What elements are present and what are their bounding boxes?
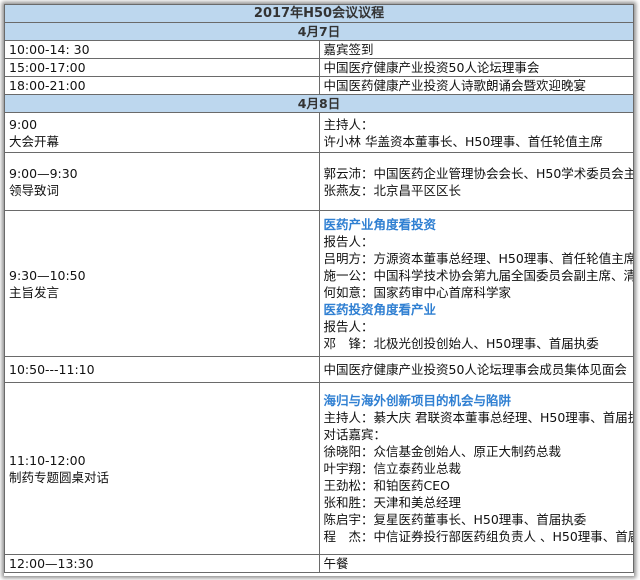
table-row: 10:50---11:10 中国医疗健康产业投资50人论坛理事会成员集体见面会: [4, 356, 634, 383]
content-line: 程 杰：中信证券投行部医药组负责人 、H50理事、首届执委: [323, 529, 634, 544]
content-line: 吕明方：方源资本董事总经理、H50理事、首任轮值主席: [323, 250, 634, 266]
time-cell: 15:00-17:00: [4, 58, 320, 77]
content-line: 何如意：国家药审中心首席科学家: [323, 284, 512, 300]
session-time: 9:00: [9, 116, 38, 132]
table-row: 12:00—13:30 午餐: [4, 554, 634, 573]
content-line: 许小林 华盖资本董事长、H50理事、首任轮值主席: [323, 133, 603, 149]
content-line: 主持人：: [323, 116, 374, 132]
content-cell: 中国医疗健康产业投资50人论坛理事会: [318, 58, 634, 77]
time-cell: 11:10-12:00 制药专题圆桌对话: [4, 382, 320, 555]
content-line: 邓 锋：北极光创投创始人、H50理事、首届执委: [323, 335, 599, 351]
table-row: 10:00-14: 30 嘉宾签到: [4, 40, 634, 59]
session-name: 制药专题圆桌对话: [9, 469, 110, 485]
content-cell: 医药产业角度看投资 报告人： 吕明方：方源资本董事总经理、H50理事、首任轮值主…: [318, 210, 634, 357]
table-row: 9:00—9:30 领导致词 郭云沛：中国医药企业管理协会会长、H50学术委员会…: [4, 152, 634, 211]
table-row: 18:00-21:00 中国医药健康产业投资人诗歌朗诵会暨欢迎晚宴: [4, 76, 634, 95]
content-line: 主持人：綦大庆 君联资本董事总经理、H50理事、首届执委: [323, 410, 634, 425]
time-cell: 10:00-14: 30: [4, 40, 320, 59]
time-cell: 10:50---11:10: [4, 356, 320, 383]
time-cell: 9:30—10:50 主旨发言: [4, 210, 320, 357]
title-row: 2017年H50会议议程: [4, 4, 634, 23]
content-cell: 嘉宾签到: [318, 40, 634, 59]
table-row: 9:30—10:50 主旨发言 医药产业角度看投资 报告人： 吕明方：方源资本董…: [4, 210, 634, 357]
table-row: 15:00-17:00 中国医疗健康产业投资50人论坛理事会: [4, 58, 634, 77]
content-line: 陈启宇：复星医药董事长、H50理事、首届执委: [323, 512, 587, 527]
day-header: 4月7日: [4, 22, 634, 41]
agenda-sheet: 2017年H50会议议程 4月7日 10:00-14: 30 嘉宾签到 15:0…: [4, 4, 634, 576]
session-time: 9:30—10:50: [9, 267, 86, 283]
content-cell: 主持人： 许小林 华盖资本董事长、H50理事、首任轮值主席: [318, 112, 634, 153]
session-name: 大会开幕: [9, 133, 60, 149]
session-time: 11:10-12:00: [9, 452, 86, 468]
content-cell: 郭云沛：中国医药企业管理协会会长、H50学术委员会主席； 张燕友：北京昌平区区长: [318, 152, 634, 211]
content-line: 王劲松：和铂医药CEO: [323, 478, 450, 493]
agenda-table: 2017年H50会议议程 4月7日 10:00-14: 30 嘉宾签到 15:0…: [4, 4, 634, 573]
topic-heading: 医药投资角度看产业: [323, 301, 437, 317]
time-cell: 9:00 大会开幕: [4, 112, 320, 153]
content-line: 张燕友：北京昌平区区长: [323, 182, 462, 198]
time-cell: 18:00-21:00: [4, 76, 320, 95]
time-cell: 12:00—13:30: [4, 554, 320, 573]
topic-heading: 海归与海外创新项目的机会与陷阱: [323, 393, 512, 408]
content-line: 郭云沛：中国医药企业管理协会会长、H50学术委员会主席；: [323, 165, 634, 181]
day-header-row: 4月8日: [4, 94, 634, 113]
day-header: 4月8日: [4, 94, 634, 113]
session-time: 9:00—9:30: [9, 165, 78, 181]
content-line: 施一公：中国科学技术协会第九届全国委员会副主席、清华大学副校长: [323, 267, 633, 283]
session-name: 领导致词: [9, 182, 60, 198]
content-line: 张和胜：天津和美总经理: [323, 495, 462, 510]
content-line: 对话嘉宾：: [323, 427, 387, 442]
agenda-title: 2017年H50会议议程: [4, 4, 634, 23]
content-cell: 中国医疗健康产业投资50人论坛理事会成员集体见面会: [318, 356, 634, 383]
time-cell: 9:00—9:30 领导致词: [4, 152, 320, 211]
content-line: 报告人：: [323, 318, 374, 334]
content-line: 叶宇翔：信立泰药业总裁: [323, 461, 462, 476]
content-cell: 海归与海外创新项目的机会与陷阱 主持人：綦大庆 君联资本董事总经理、H50理事、…: [318, 382, 634, 555]
table-row: 9:00 大会开幕 主持人： 许小林 华盖资本董事长、H50理事、首任轮值主席: [4, 112, 634, 153]
content-line: 徐晓阳：众信基金创始人、原正大制药总裁: [323, 444, 562, 459]
content-line: 报告人：: [323, 233, 374, 249]
session-name: 主旨发言: [9, 284, 60, 300]
topic-heading: 医药产业角度看投资: [323, 216, 437, 232]
content-cell: 中国医药健康产业投资人诗歌朗诵会暨欢迎晚宴: [318, 76, 634, 95]
table-row: 11:10-12:00 制药专题圆桌对话 海归与海外创新项目的机会与陷阱 主持人…: [4, 382, 634, 555]
content-cell: 午餐: [318, 554, 634, 573]
day-header-row: 4月7日: [4, 22, 634, 41]
